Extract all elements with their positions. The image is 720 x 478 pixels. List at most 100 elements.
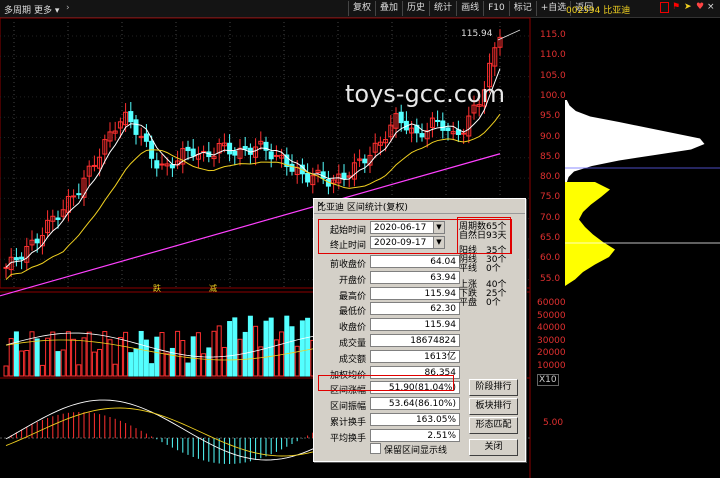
- candle-body: [169, 164, 175, 169]
- volume-bar: [117, 337, 123, 377]
- candle-body: [185, 146, 191, 152]
- sector-ranking-button[interactable]: 板块排行: [469, 398, 518, 415]
- keep-range-checkbox[interactable]: [370, 443, 381, 454]
- summary-key: 平线: [459, 264, 478, 274]
- volume-bar: [279, 331, 285, 377]
- stat-row: 收盘价 115.94: [314, 318, 525, 334]
- stat-row-value: 115.94: [370, 318, 460, 332]
- candle-body: [268, 151, 274, 160]
- volume-bar: [221, 346, 227, 377]
- stat-row-value: 2.51%: [370, 428, 460, 442]
- volume-bar: [195, 332, 201, 377]
- summary-key: 平盘: [459, 298, 478, 308]
- last-price-pointer: [497, 29, 521, 41]
- start-date-select[interactable]: 2020-06-17 ▼: [370, 221, 445, 234]
- volume-bar: [65, 331, 71, 377]
- volume-bar: [247, 315, 253, 377]
- volume-bar: [232, 317, 238, 377]
- volume-bar: [86, 331, 92, 377]
- candle-body: [440, 120, 446, 131]
- volume-bar: [294, 345, 300, 377]
- volume-bar: [159, 332, 165, 377]
- volume-bar: [39, 364, 45, 377]
- volume-bar: [71, 338, 77, 377]
- volume-bar: [24, 350, 30, 377]
- volume-bar: [81, 337, 87, 377]
- volume-tick: 60000: [537, 298, 566, 308]
- candle-body: [419, 133, 425, 138]
- volume-bar: [97, 348, 103, 377]
- volume-bar: [91, 351, 97, 377]
- volume-bar: [112, 363, 118, 377]
- price-tick: 90.0: [540, 131, 561, 142]
- volume-bar: [138, 330, 144, 377]
- range-gain-highlight-box: [318, 375, 454, 391]
- volume-bar: [13, 331, 19, 377]
- stat-row-label: 成交额: [338, 354, 366, 365]
- volume-bar: [3, 365, 9, 377]
- candle-body: [133, 119, 139, 135]
- volume-unit: X10: [537, 374, 559, 386]
- stat-row-value: 62.30: [370, 302, 460, 316]
- dialog-titlebar[interactable]: 比亚迪 区间统计(复权) ×: [314, 199, 525, 214]
- tag-down: 跌: [153, 284, 161, 293]
- close-button[interactable]: 关闭: [469, 439, 518, 456]
- volume-bar: [237, 338, 243, 377]
- stat-row-value: 63.94: [370, 270, 460, 284]
- volume-profile-lower: [565, 182, 615, 286]
- candle-body: [341, 172, 347, 180]
- watermark: toys-gcc.com: [345, 80, 505, 108]
- stat-row-value: 1613亿: [370, 349, 460, 363]
- close-icon[interactable]: ×: [317, 200, 522, 210]
- volume-bar: [180, 340, 186, 377]
- candle-body: [34, 238, 40, 244]
- candle-body: [143, 133, 149, 142]
- candle-body: [190, 148, 196, 157]
- macd-axis-label: 5.00: [543, 418, 564, 428]
- stat-row: 成交量 18674824: [314, 334, 525, 350]
- stat-row-value: 163.05%: [370, 413, 460, 426]
- summary-value: 0个: [486, 298, 501, 308]
- candle-body: [159, 163, 165, 166]
- end-date-select[interactable]: 2020-09-17 ▼: [370, 236, 445, 249]
- volume-bar: [50, 331, 56, 377]
- volume-bar: [289, 326, 295, 377]
- stat-row-label: 成交量: [338, 339, 366, 349]
- candle-body: [398, 111, 404, 124]
- volume-bar: [154, 336, 160, 377]
- volume-bar: [45, 337, 51, 377]
- chevron-down-icon[interactable]: ▼: [433, 237, 444, 248]
- volume-bar: [123, 331, 129, 377]
- candle-body: [461, 132, 467, 135]
- volume-tick: 50000: [537, 310, 566, 321]
- summary-value: 0个: [486, 264, 501, 274]
- price-tick: 70.0: [540, 212, 561, 223]
- volume-tick: 30000: [537, 335, 566, 346]
- chevron-down-icon[interactable]: ▼: [433, 222, 444, 233]
- candle-body: [273, 154, 279, 157]
- volume-bar: [107, 339, 113, 377]
- volume-bar: [128, 352, 134, 377]
- volume-tick: 10000: [537, 361, 566, 371]
- tag-reduce: 减: [209, 284, 217, 293]
- stat-row-label: 最低价: [338, 307, 366, 318]
- price-tick: 100.0: [540, 90, 566, 101]
- price-tick: 105.0: [540, 70, 566, 81]
- stat-row-label: 最高价: [338, 291, 366, 302]
- candle-body: [55, 217, 61, 220]
- end-time-label: 终止时间: [329, 241, 366, 251]
- price-tick: 75.0: [540, 192, 561, 203]
- candle-body: [154, 160, 160, 169]
- candle-body: [13, 257, 19, 261]
- candle-body: [242, 146, 248, 150]
- price-tick: 80.0: [540, 172, 561, 183]
- period-highlight-box: [457, 217, 511, 254]
- candle-body: [19, 256, 25, 260]
- stat-row: 成交额 1613亿: [314, 349, 525, 366]
- volume-bar: [258, 346, 264, 377]
- volume-bar: [133, 348, 139, 377]
- pattern-match-button[interactable]: 形态匹配: [469, 417, 518, 434]
- candle-body: [227, 142, 233, 155]
- stat-row-value: 18674824: [370, 334, 460, 347]
- stage-ranking-button[interactable]: 阶段排行: [469, 379, 518, 396]
